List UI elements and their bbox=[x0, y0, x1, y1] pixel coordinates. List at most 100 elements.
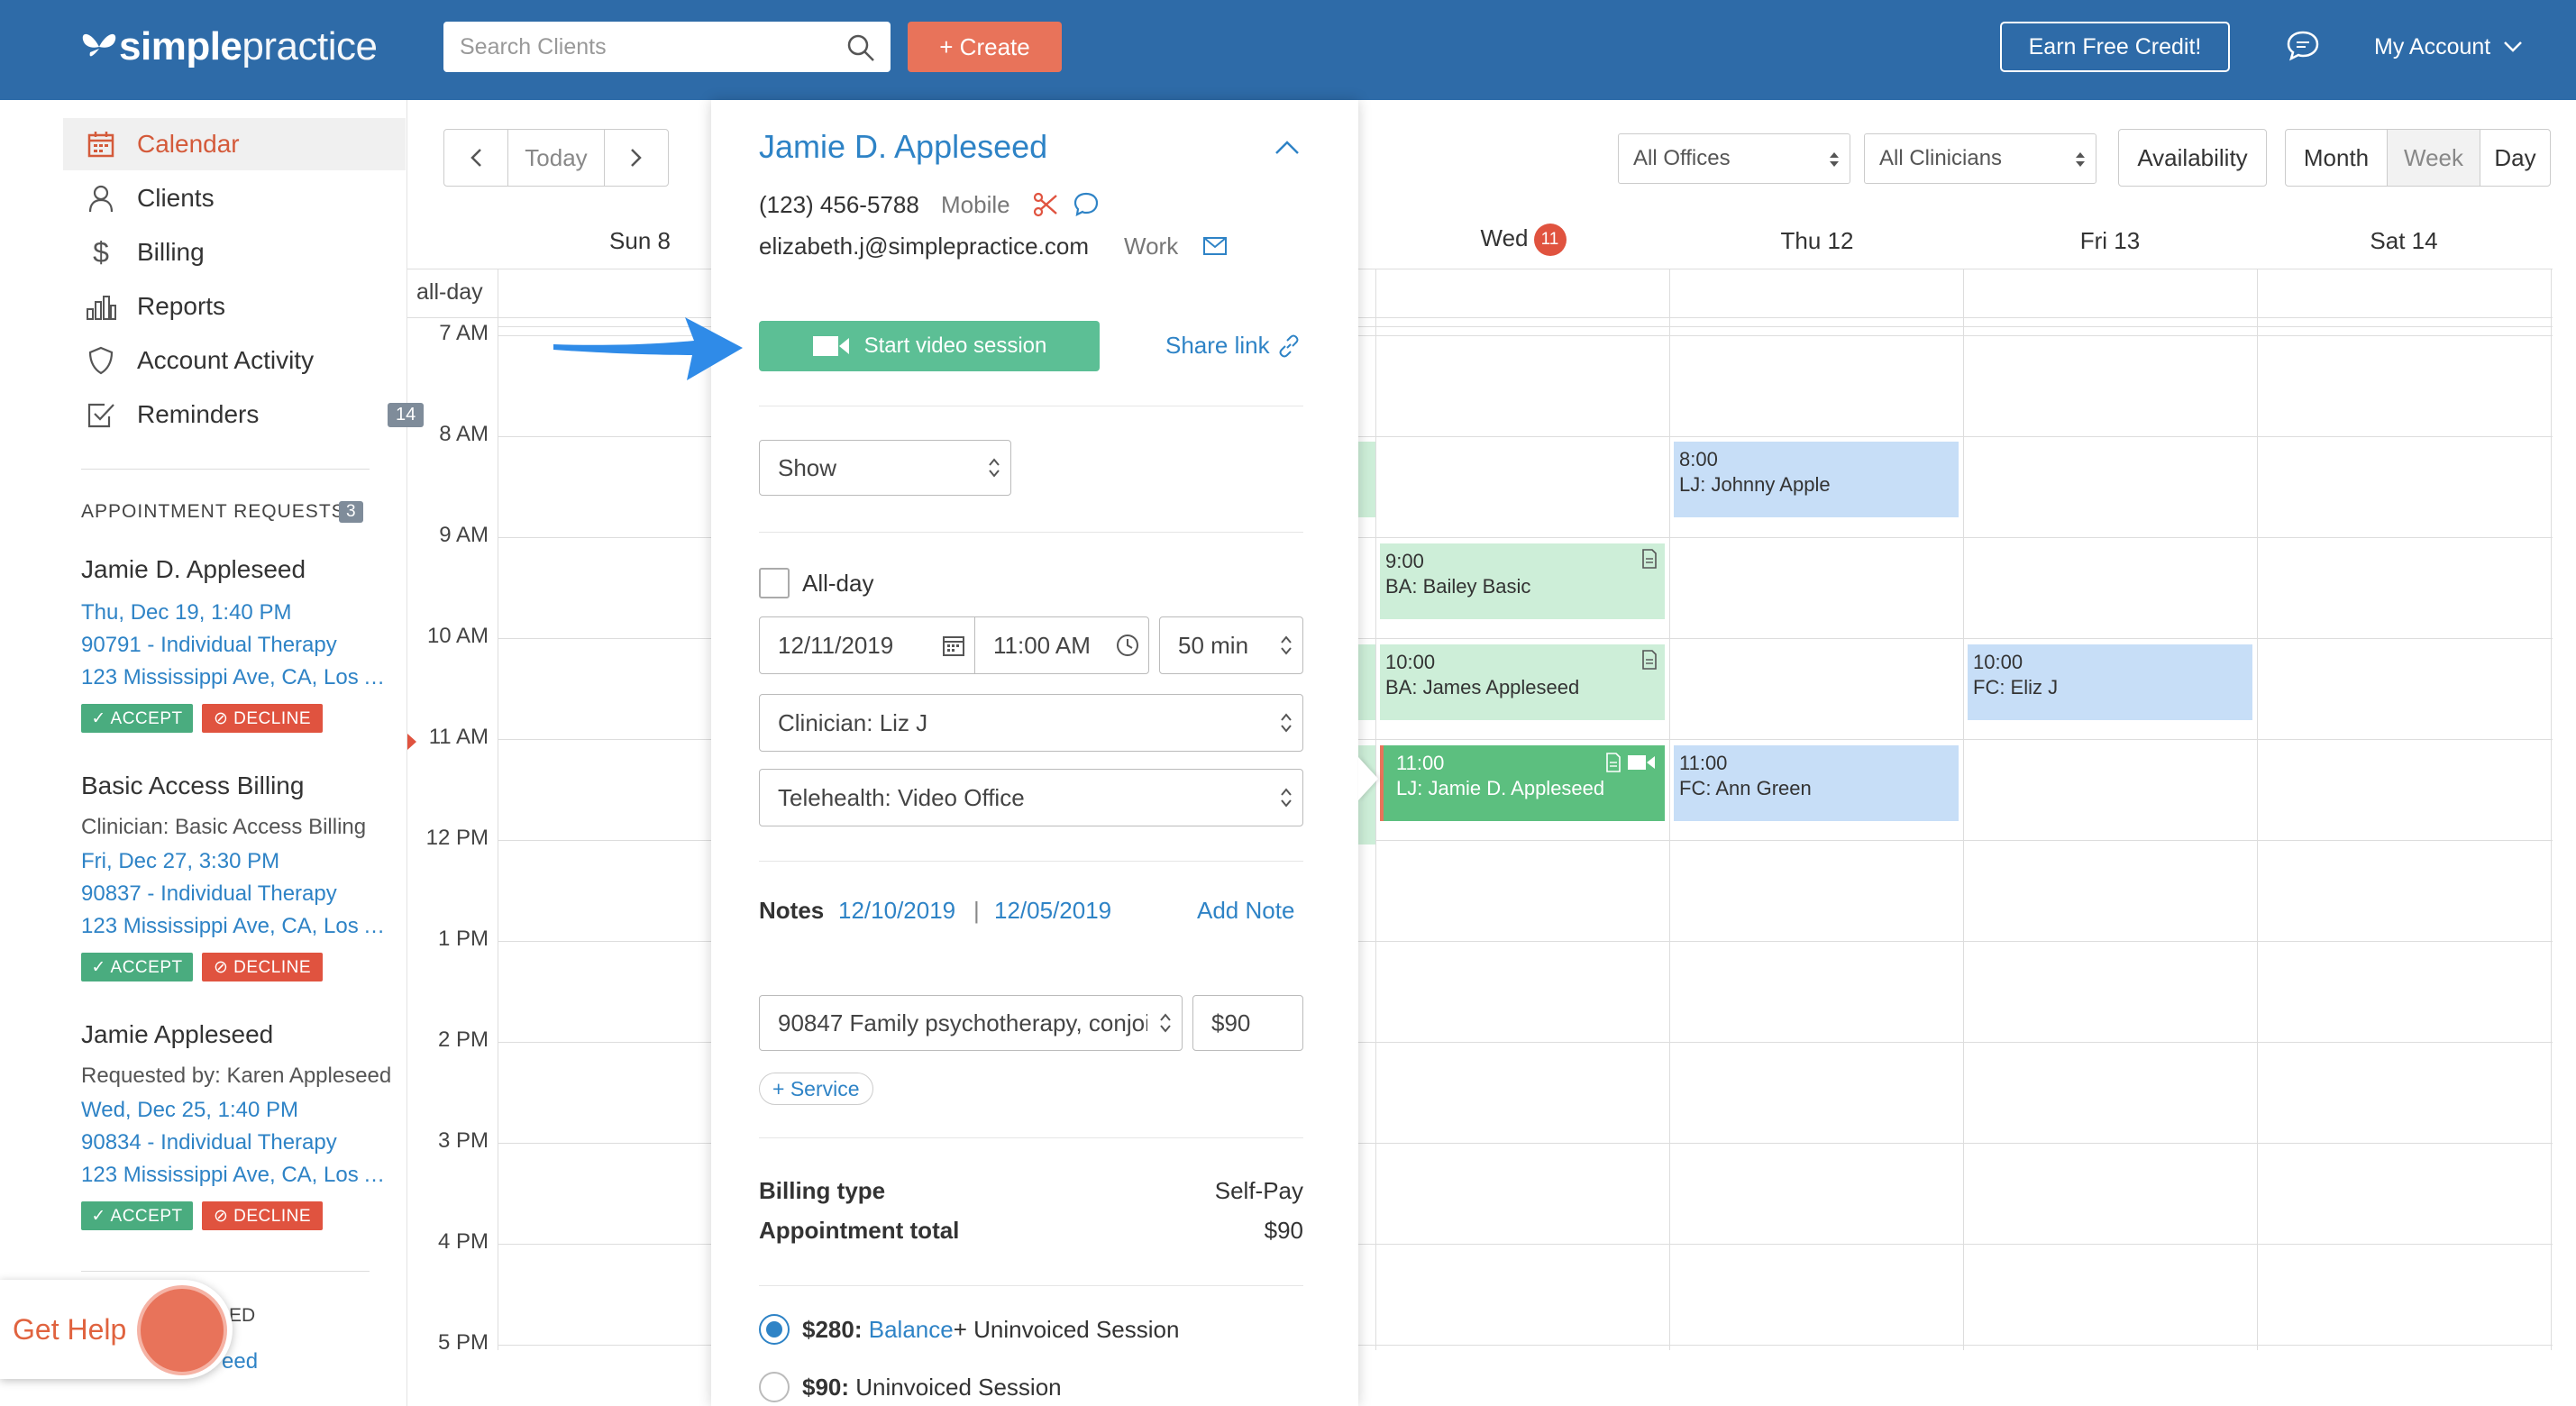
event-block-selected[interactable]: 11:00 LJ: Jamie D. Appleseed bbox=[1380, 745, 1665, 821]
time-input[interactable]: 11:00 AM bbox=[974, 616, 1149, 674]
chevron-down-icon bbox=[2504, 41, 2523, 52]
decline-button[interactable]: ⊘ DECLINE bbox=[202, 953, 323, 981]
share-link-label: Share link bbox=[1165, 332, 1270, 359]
partial-section-heading: ED bbox=[229, 1305, 256, 1326]
get-help-button[interactable]: Get Help bbox=[0, 1280, 233, 1379]
sidebar-item-account-activity[interactable]: Account Activity bbox=[63, 334, 406, 387]
availability-button[interactable]: Availability bbox=[2118, 129, 2267, 187]
view-day-button[interactable]: Day bbox=[2480, 129, 2551, 187]
request-client-name[interactable]: Jamie D. Appleseed bbox=[81, 555, 306, 584]
decline-button[interactable]: ⊘ DECLINE bbox=[202, 1201, 323, 1230]
logo[interactable]: simple practice bbox=[79, 20, 378, 74]
day-header-sun[interactable]: Sun 8 bbox=[541, 227, 739, 255]
search-placeholder: Search Clients bbox=[460, 33, 607, 59]
today-date-badge: 11 bbox=[1533, 224, 1567, 256]
allday-checkbox[interactable] bbox=[759, 568, 790, 598]
select-arrows-icon bbox=[989, 458, 1000, 478]
event-title: LJ: Johnny Apple bbox=[1679, 473, 1831, 496]
appointment-status-select[interactable]: Show bbox=[759, 440, 1011, 496]
partial-link[interactable]: eed bbox=[222, 1349, 258, 1374]
request-date[interactable]: Thu, Dec 19, 1:40 PM bbox=[81, 600, 398, 625]
event-block[interactable]: 10:00 FC: Eliz J bbox=[1968, 644, 2252, 720]
view-week-button[interactable]: Week bbox=[2387, 129, 2480, 187]
location-select[interactable]: Telehealth: Video Office bbox=[759, 769, 1303, 826]
chevron-up-icon[interactable] bbox=[1274, 139, 1300, 155]
event-title: BA: Bailey Basic bbox=[1385, 575, 1531, 598]
payment-option-radio[interactable] bbox=[759, 1372, 790, 1402]
calendar-icon bbox=[943, 636, 964, 656]
earn-credit-button[interactable]: Earn Free Credit! bbox=[2000, 22, 2230, 72]
client-name-link[interactable]: Jamie D. Appleseed bbox=[759, 128, 1047, 166]
request-clinician: Clinician: Basic Access Billing bbox=[81, 815, 367, 839]
checklist-icon bbox=[87, 403, 114, 428]
request-address[interactable]: 123 Mississippi Ave, CA, Los Angeles bbox=[81, 1163, 398, 1188]
request-address[interactable]: 123 Mississippi Ave, CA, Los Angeles bbox=[81, 914, 398, 939]
balance-link[interactable]: Balance bbox=[869, 1316, 954, 1343]
sidebar-item-clients[interactable]: Clients bbox=[63, 172, 406, 224]
client-phone[interactable]: (123) 456-5788 bbox=[759, 191, 919, 219]
note-date-link[interactable]: 12/05/2019 bbox=[994, 897, 1111, 925]
start-video-session-button[interactable]: Start video session bbox=[759, 321, 1100, 371]
request-client-name[interactable]: Basic Access Billing bbox=[81, 771, 304, 800]
clinician-select[interactable]: Clinician: Liz J bbox=[759, 694, 1303, 752]
billing-type-value: Self-Pay bbox=[1214, 1177, 1303, 1204]
select-arrows-icon bbox=[1158, 1010, 1173, 1036]
client-email[interactable]: elizabeth.j@simplepractice.com bbox=[759, 233, 1089, 260]
date-input[interactable]: 12/11/2019 bbox=[759, 616, 975, 674]
account-menu[interactable]: My Account bbox=[2374, 22, 2523, 72]
sidebar-item-calendar[interactable]: Calendar bbox=[63, 118, 406, 170]
event-block[interactable]: 10:00 BA: James Appleseed bbox=[1380, 644, 1665, 720]
accept-button[interactable]: ✓ ACCEPT bbox=[81, 1201, 193, 1230]
today-button[interactable]: Today bbox=[507, 129, 605, 187]
bar-chart-icon bbox=[87, 296, 116, 320]
link-icon bbox=[1279, 334, 1299, 357]
sidebar-item-billing[interactable]: $ Billing bbox=[63, 226, 406, 278]
day-header-sat[interactable]: Sat 14 bbox=[2305, 227, 2503, 255]
offices-select[interactable]: All Offices bbox=[1618, 133, 1850, 184]
fee-input[interactable]: $90 bbox=[1192, 995, 1303, 1051]
service-code-select[interactable]: 90847 Family psychotherapy, conjoint bbox=[759, 995, 1183, 1051]
arrow-pointer-icon bbox=[553, 317, 743, 380]
day-header-wed[interactable]: Wed 11 bbox=[1424, 224, 1622, 256]
view-month-button[interactable]: Month bbox=[2285, 129, 2388, 187]
request-date[interactable]: Wed, Dec 25, 1:40 PM bbox=[81, 1098, 398, 1123]
accept-button[interactable]: ✓ ACCEPT bbox=[81, 953, 193, 981]
accept-button[interactable]: ✓ ACCEPT bbox=[81, 704, 193, 733]
appointment-total-value: $90 bbox=[1264, 1217, 1303, 1244]
event-block[interactable]: 11:00 FC: Ann Green bbox=[1674, 745, 1959, 821]
request-service[interactable]: 90834 - Individual Therapy bbox=[81, 1130, 398, 1155]
message-icon[interactable] bbox=[1073, 191, 1100, 216]
request-address[interactable]: 123 Mississippi Ave, CA, Los Angeles bbox=[81, 665, 398, 690]
payment-option-radio-selected[interactable] bbox=[759, 1314, 790, 1345]
share-link[interactable]: Share link bbox=[1165, 332, 1301, 360]
clinicians-select[interactable]: All Clinicians bbox=[1864, 133, 2096, 184]
time-label: 12 PM bbox=[425, 826, 489, 850]
note-date-link[interactable]: 12/10/2019 bbox=[838, 897, 955, 925]
add-service-button[interactable]: + Service bbox=[759, 1073, 873, 1105]
event-block[interactable]: 8:00 LJ: Johnny Apple bbox=[1674, 442, 1959, 517]
request-service[interactable]: 90791 - Individual Therapy bbox=[81, 633, 398, 658]
add-note-link[interactable]: Add Note bbox=[1197, 897, 1294, 925]
email-icon[interactable] bbox=[1202, 236, 1228, 256]
decline-button[interactable]: ⊘ DECLINE bbox=[202, 704, 323, 733]
day-header-fri[interactable]: Fri 13 bbox=[2011, 227, 2209, 255]
request-client-name[interactable]: Jamie Appleseed bbox=[81, 1020, 273, 1049]
request-date[interactable]: Fri, Dec 27, 3:30 PM bbox=[81, 849, 398, 874]
duration-select[interactable]: 50 min bbox=[1159, 616, 1303, 674]
event-title: FC: Eliz J bbox=[1973, 676, 2059, 698]
time-value: 11:00 AM bbox=[993, 631, 1091, 659]
sidebar-item-reports[interactable]: Reports bbox=[63, 280, 406, 333]
sidebar-item-label: Account Activity bbox=[137, 346, 315, 374]
next-week-button[interactable] bbox=[604, 129, 669, 187]
sidebar-item-reminders[interactable]: Reminders 14 bbox=[63, 388, 425, 441]
prev-week-button[interactable] bbox=[443, 129, 508, 187]
create-button[interactable]: + Create bbox=[908, 22, 1062, 72]
search-input[interactable]: Search Clients bbox=[443, 22, 891, 72]
event-block[interactable]: 9:00 BA: Bailey Basic bbox=[1380, 543, 1665, 619]
chat-icon[interactable] bbox=[2286, 29, 2320, 63]
request-service[interactable]: 90837 - Individual Therapy bbox=[81, 881, 398, 907]
day-header-thu[interactable]: Thu 12 bbox=[1718, 227, 1916, 255]
time-label: 1 PM bbox=[437, 927, 489, 951]
account-label: My Account bbox=[2374, 33, 2491, 59]
no-sms-icon bbox=[1033, 192, 1057, 217]
